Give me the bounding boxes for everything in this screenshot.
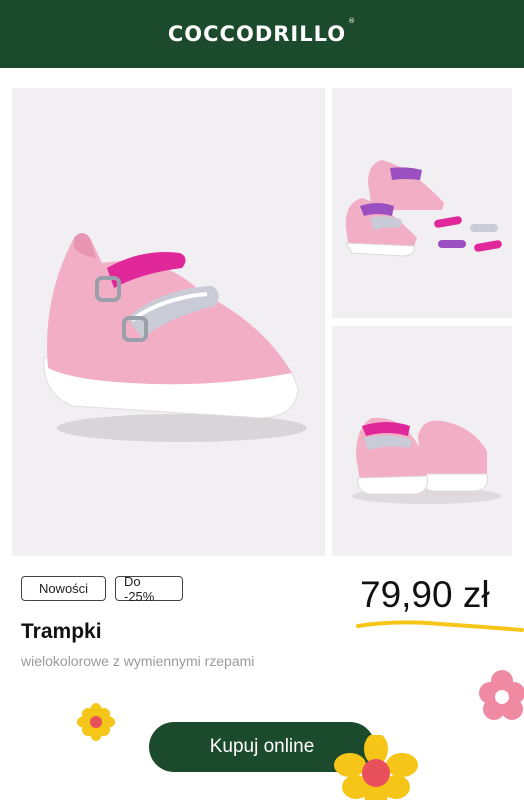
pink-sneaker-icon xyxy=(43,233,307,442)
product-price: 79,90 zł xyxy=(360,574,490,615)
product-main-image[interactable] xyxy=(12,88,325,556)
large-yellow-flower-icon xyxy=(334,735,418,800)
product-image-straps[interactable] xyxy=(332,88,512,318)
sneakers-pair-icon xyxy=(352,417,502,504)
badge-new[interactable]: Nowości xyxy=(21,576,106,601)
brand-name: COCCODRILLO xyxy=(167,22,347,46)
brand-logo[interactable]: COCCODRILLO® xyxy=(167,17,356,46)
price-underline-icon xyxy=(356,620,524,632)
sneakers-with-straps-icon xyxy=(345,160,502,257)
product-image-pair[interactable] xyxy=(332,326,512,556)
badge-discount[interactable]: Do -25% xyxy=(115,574,183,604)
registered-mark: ® xyxy=(348,17,357,25)
product-subtitle: wielokolorowe z wymiennymi rzepami xyxy=(21,653,255,669)
product-title: Trampki xyxy=(21,620,102,643)
header-bar: COCCODRILLO® xyxy=(0,0,524,68)
pink-flower-icon xyxy=(479,670,524,720)
yellow-flower-icon xyxy=(77,703,115,741)
